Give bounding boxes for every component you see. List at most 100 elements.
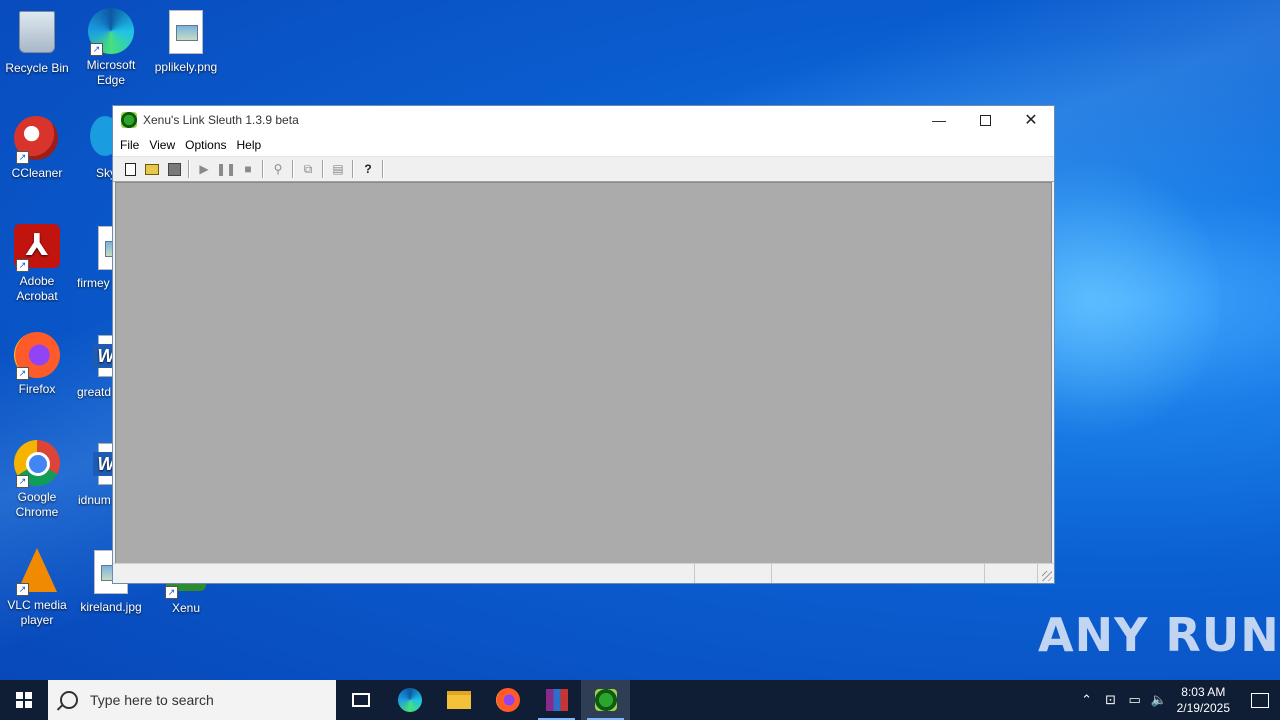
notification-icon [1251,692,1269,708]
shortcut-arrow-icon: ↗ [16,475,29,488]
stop-button[interactable]: ■ [237,159,259,179]
system-tray: ⌃ ⊡ ▭ 🔈 8:03 AM 2/19/2025 [1075,680,1280,720]
copy-button[interactable]: ⧉ [297,159,319,179]
toolbar-separator [292,160,294,178]
show-hidden-icons-chevron-icon[interactable]: ⌃ [1075,692,1099,708]
desktop-icon-recycle-bin[interactable]: Recycle Bin [0,8,74,76]
edge-icon [397,688,422,712]
anyrun-watermark: ANY RUN [1038,608,1280,662]
desktop-icon-firefox[interactable]: ↗ Firefox [0,332,74,397]
shortcut-arrow-icon: ↗ [165,586,178,599]
winrar-icon [545,689,568,711]
menu-options[interactable]: Options [182,138,233,152]
taskbar-search-box[interactable]: Type here to search [48,680,336,720]
menu-view[interactable]: View [146,138,182,152]
taskbar-xenu[interactable] [581,680,630,720]
toolbar-separator [188,160,190,178]
new-button[interactable] [119,159,141,179]
toolbar: ▶ ❚❚ ■ ⚲ ⧉ ▤ ? [113,157,1054,182]
volume-icon[interactable]: 🔈 [1147,692,1171,708]
menu-file[interactable]: File [117,138,146,152]
desktop-icon-label: Sky [96,166,112,180]
folder-icon [446,691,471,709]
maximize-icon [979,114,991,126]
xenu-app-icon[interactable] [121,112,137,128]
stop-icon: ■ [244,162,252,176]
save-icon [167,162,181,176]
desktop-icon-chrome[interactable]: ↗ Google Chrome [0,440,74,520]
save-button[interactable] [163,159,185,179]
play-button[interactable]: ▶ [193,159,215,179]
desktop-icon-label: Recycle Bin [5,61,69,75]
menu-bar: File View Options Help [113,134,1054,157]
desktop-icon-pplikely[interactable]: pplikely.png [149,8,223,75]
skype-icon [90,116,112,156]
desktop-icon-label: kireland.jpg [80,600,142,614]
desktop-icon-ccleaner[interactable]: ↗ CCleaner [0,116,74,181]
maximize-button[interactable] [962,106,1008,134]
window-titlebar[interactable]: Xenu's Link Sleuth 1.3.9 beta — ✕ [113,106,1054,134]
menu-help[interactable]: Help [234,138,269,152]
xenu-window: Xenu's Link Sleuth 1.3.9 beta — ✕ File V… [112,105,1055,584]
find-button[interactable]: ⚲ [267,159,289,179]
play-icon: ▶ [199,162,209,176]
task-view-button[interactable] [336,680,385,720]
clock-date: 2/19/2025 [1176,701,1230,715]
minimize-button[interactable]: — [916,106,962,134]
clock[interactable]: 8:03 AM 2/19/2025 [1177,684,1230,716]
help-button[interactable]: ? [357,159,379,179]
mdi-client-area[interactable] [115,182,1052,564]
start-button[interactable] [0,680,48,720]
resize-grip[interactable] [1042,571,1052,581]
desktop-icon-skype[interactable]: Sky [74,116,112,181]
action-center-button[interactable] [1240,680,1280,720]
desktop-icon-vlc[interactable]: ↗ VLC media player [0,548,74,628]
pause-button[interactable]: ❚❚ [215,159,237,179]
taskbar-firefox[interactable] [483,680,532,720]
word-document-icon [93,443,112,485]
minimize-icon: — [932,112,946,128]
xenu-icon [594,689,617,711]
search-placeholder: Type here to search [90,692,214,708]
word-document-icon [93,335,112,377]
close-button[interactable]: ✕ [1008,106,1054,134]
taskbar-file-explorer[interactable] [434,680,483,720]
status-bar [113,563,1054,583]
windows-logo-icon [16,692,32,708]
desktop-icon-label: greatd [77,385,112,399]
desktop-icon-label: idnum [78,493,111,507]
desktop-icon-idnum[interactable]: idnum [74,440,112,508]
desktop-icon-label: Adobe Acrobat [16,274,58,303]
desktop-icon-label: pplikely.png [154,60,218,74]
window-title: Xenu's Link Sleuth 1.3.9 beta [143,113,299,127]
toolbar-separator [262,160,264,178]
properties-button[interactable]: ▤ [327,159,349,179]
close-icon: ✕ [1024,112,1038,129]
desktop-icon-firmey[interactable]: firmey [74,224,112,291]
network-icon[interactable]: ▭ [1123,692,1147,708]
firefox-icon [495,688,520,712]
desktop-icon-label: Xenu [171,601,201,615]
search-icon [60,691,78,709]
desktop-icon-acrobat[interactable]: ⅄ ↗ Adobe Acrobat [0,224,74,304]
desktop-icon-greatd[interactable]: greatd [74,332,112,400]
taskbar-edge[interactable] [385,680,434,720]
status-pane [985,564,1038,583]
meet-now-icon[interactable]: ⊡ [1099,692,1123,708]
desktop-icon-edge[interactable]: ↗ Microsoft Edge [74,8,148,88]
taskbar: Type here to search ⌃ ⊡ ▭ 🔈 8:03 AM 2/19… [0,680,1280,720]
copy-icon: ⧉ [303,161,313,176]
open-button[interactable] [141,159,163,179]
properties-icon: ▤ [332,162,344,176]
toolbar-separator [382,160,384,178]
image-file-icon [169,10,203,54]
shortcut-arrow-icon: ↗ [16,583,29,596]
toolbar-separator [352,160,354,178]
image-file-icon [98,226,112,270]
help-icon: ? [364,162,372,176]
desktop-icon-label: VLC media player [7,598,67,627]
desktop-icon-label: Google Chrome [15,490,59,519]
task-view-icon [351,693,370,707]
desktop-icon-label: firmey [77,276,110,290]
taskbar-winrar[interactable] [532,680,581,720]
